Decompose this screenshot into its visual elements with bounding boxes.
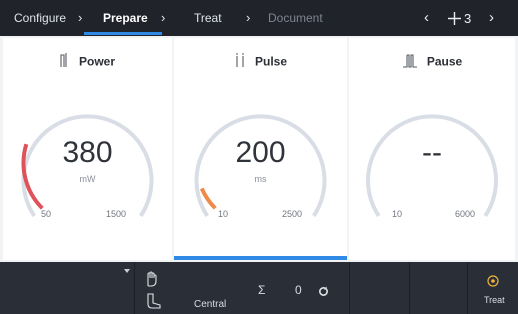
treat-button[interactable]: Treat xyxy=(468,262,518,314)
power-unit: mW xyxy=(79,174,96,184)
foot-pedal-icon[interactable] xyxy=(145,293,161,314)
top-bar: Configure › Prepare › Treat › Document ‹… xyxy=(0,0,518,36)
step-document[interactable]: Document xyxy=(268,0,323,36)
pulse-value: 200 xyxy=(235,136,286,169)
pulse-min: 10 xyxy=(218,209,229,219)
selected-panel-indicator xyxy=(174,256,347,260)
treat-target-icon xyxy=(487,274,499,292)
pulse-counter: 0 xyxy=(295,283,302,297)
next-button[interactable]: › xyxy=(489,0,494,36)
pulse-unit: ms xyxy=(254,174,267,184)
hand-icon[interactable] xyxy=(145,271,159,292)
separator-icon: › xyxy=(78,10,83,25)
active-step-indicator xyxy=(84,32,162,35)
separator-icon: › xyxy=(161,10,166,25)
separator-icon: › xyxy=(246,10,251,25)
pulse-max: 2500 xyxy=(282,209,303,219)
instance-count: 3 xyxy=(464,11,472,26)
step-prepare[interactable]: Prepare xyxy=(103,0,148,36)
prev-button[interactable]: ‹ xyxy=(424,0,429,36)
power-max: 1500 xyxy=(106,209,127,219)
power-min: 50 xyxy=(41,209,52,219)
power-panel[interactable]: Power 380 mW 50 1500 xyxy=(3,38,172,260)
pause-min: 10 xyxy=(392,209,403,219)
position-label: Central xyxy=(194,299,227,310)
reset-icon[interactable] xyxy=(318,284,329,302)
options-dropdown[interactable] xyxy=(0,262,134,314)
sigma-icon: Σ xyxy=(258,283,266,297)
dropdown-arrow-icon xyxy=(124,269,130,273)
pulse-gauge-fill xyxy=(199,187,217,210)
pause-panel[interactable]: Pause -- 10 6000 xyxy=(349,38,515,260)
step-configure[interactable]: Configure xyxy=(14,0,66,36)
power-value: 380 xyxy=(62,136,113,169)
treat-label: Treat xyxy=(484,295,505,305)
bottom-bar: Central Σ 0 Treat xyxy=(0,262,518,314)
step-treat[interactable]: Treat xyxy=(194,0,222,36)
crosshair-plus-icon[interactable] xyxy=(448,12,461,30)
pulse-panel[interactable]: Pulse 200 ms 10 2500 xyxy=(174,38,347,260)
pause-max: 6000 xyxy=(455,209,476,219)
pause-value: -- xyxy=(422,136,442,169)
